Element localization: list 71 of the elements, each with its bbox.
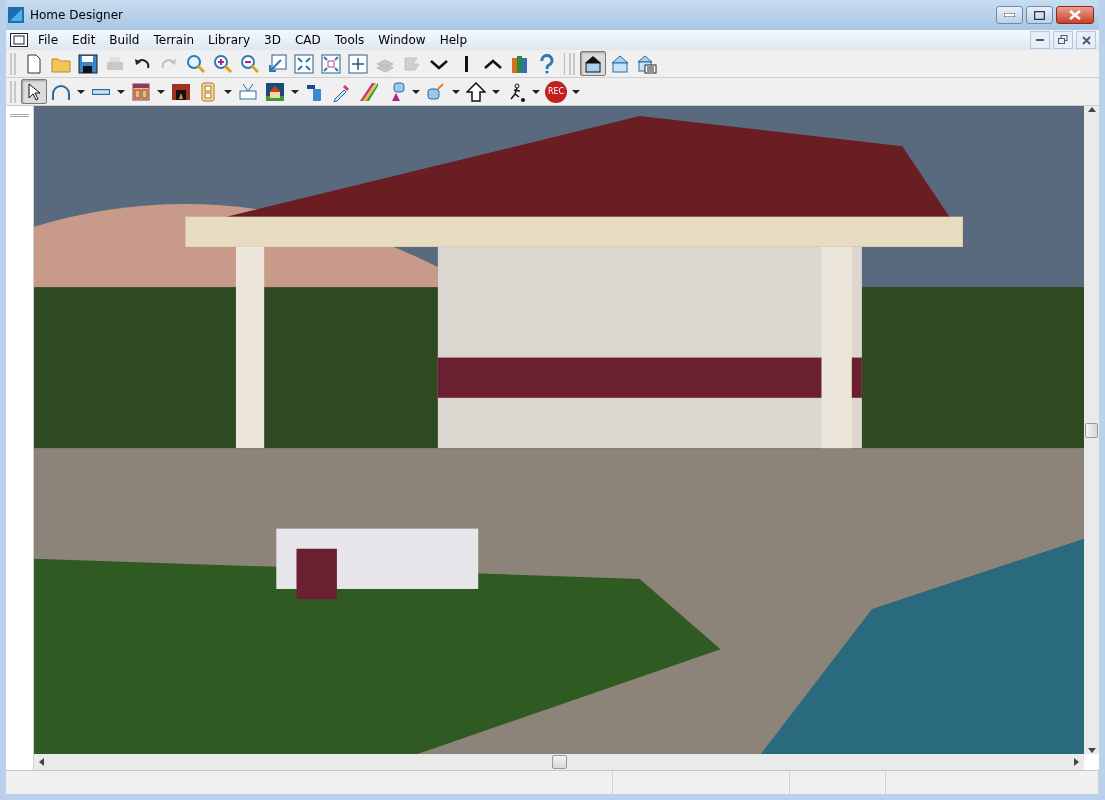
books-icon: [510, 53, 530, 74]
outlet-icon: [198, 81, 218, 102]
caret-icon: [412, 89, 420, 94]
caret-icon: [492, 89, 500, 94]
scroll-down-arrow[interactable]: [1087, 748, 1096, 754]
close-icon: [1069, 10, 1081, 20]
minimize-button[interactable]: [1030, 31, 1050, 49]
minimize-icon: [1004, 13, 1015, 17]
full-view-button[interactable]: [580, 51, 606, 76]
expand-frame-icon: [321, 53, 341, 74]
restore-icon: [1058, 35, 1068, 45]
scroll-right-arrow[interactable]: [1074, 758, 1080, 766]
restore-button[interactable]: [1053, 31, 1073, 49]
move-arrows-icon: [348, 53, 368, 74]
minimize-icon: [1036, 39, 1044, 41]
resize-arrow-icon: [267, 53, 287, 74]
menu-item[interactable]: Library: [201, 31, 258, 49]
vertical-line-icon: [464, 55, 468, 72]
scroll-up-arrow[interactable]: [1087, 106, 1096, 112]
menu-item[interactable]: 3D: [257, 31, 288, 49]
app-logo-icon: [8, 7, 24, 23]
menu-item[interactable]: Help: [432, 31, 474, 49]
select-button[interactable]: [21, 79, 47, 104]
up-tools-button[interactable]: [463, 79, 489, 104]
document-icon[interactable]: [10, 33, 28, 47]
menu-item[interactable]: File: [31, 31, 66, 49]
menu-item[interactable]: CAD: [287, 31, 328, 49]
menu-item[interactable]: Terrain: [146, 31, 202, 49]
expand-arrows-icon: [294, 53, 314, 74]
maximize-icon: [1034, 10, 1045, 20]
toolbar-grip[interactable]: [569, 52, 575, 75]
caret-icon: [291, 89, 299, 94]
toolbar-grip[interactable]: [10, 52, 16, 75]
caret-icon: [572, 89, 580, 94]
close-button[interactable]: [1056, 6, 1094, 24]
caret-icon: [157, 89, 165, 94]
close-icon: [1081, 35, 1091, 45]
caret-icon: [532, 89, 540, 94]
page-icon: [24, 53, 44, 74]
menu-item[interactable]: Tools: [327, 31, 372, 49]
caret-icon: [117, 89, 125, 94]
save-button[interactable]: [75, 51, 101, 76]
magnifier-icon: [186, 53, 206, 74]
menu-item[interactable]: Build: [102, 31, 147, 49]
house-list-icon: [637, 53, 657, 74]
zoom-out-icon: [240, 53, 260, 74]
caret-icon: [224, 89, 232, 94]
fireplace-icon: [171, 81, 191, 102]
menu-item[interactable]: Edit: [65, 31, 103, 49]
camera-arrow-icon: [426, 81, 446, 102]
caret-icon: [77, 89, 85, 94]
scroll-left-arrow[interactable]: [38, 758, 44, 766]
fill-window-button[interactable]: [291, 51, 317, 76]
fill-window-frame-button[interactable]: [318, 51, 344, 76]
cabinet-icon: [131, 81, 151, 102]
house-photo-icon: [265, 81, 285, 102]
wall-segment-icon: [92, 88, 110, 95]
color-stripes-icon: [359, 81, 379, 102]
caret-icon: [452, 89, 460, 94]
scrollbar-thumb[interactable]: [1085, 422, 1098, 438]
window-title: Home Designer: [30, 7, 123, 24]
scrollbar-thumb[interactable]: [551, 755, 567, 769]
house-outline-icon: [610, 53, 630, 74]
house-solid-icon: [583, 53, 603, 74]
up-arrow-icon: [466, 81, 486, 102]
maximize-button[interactable]: [1026, 6, 1053, 24]
menu-item[interactable]: Window: [371, 31, 433, 49]
zoom-in-icon: [213, 53, 233, 74]
toolbar-grip[interactable]: [10, 80, 16, 103]
record-button[interactable]: REC: [543, 79, 569, 104]
pan-button[interactable]: [345, 51, 371, 76]
